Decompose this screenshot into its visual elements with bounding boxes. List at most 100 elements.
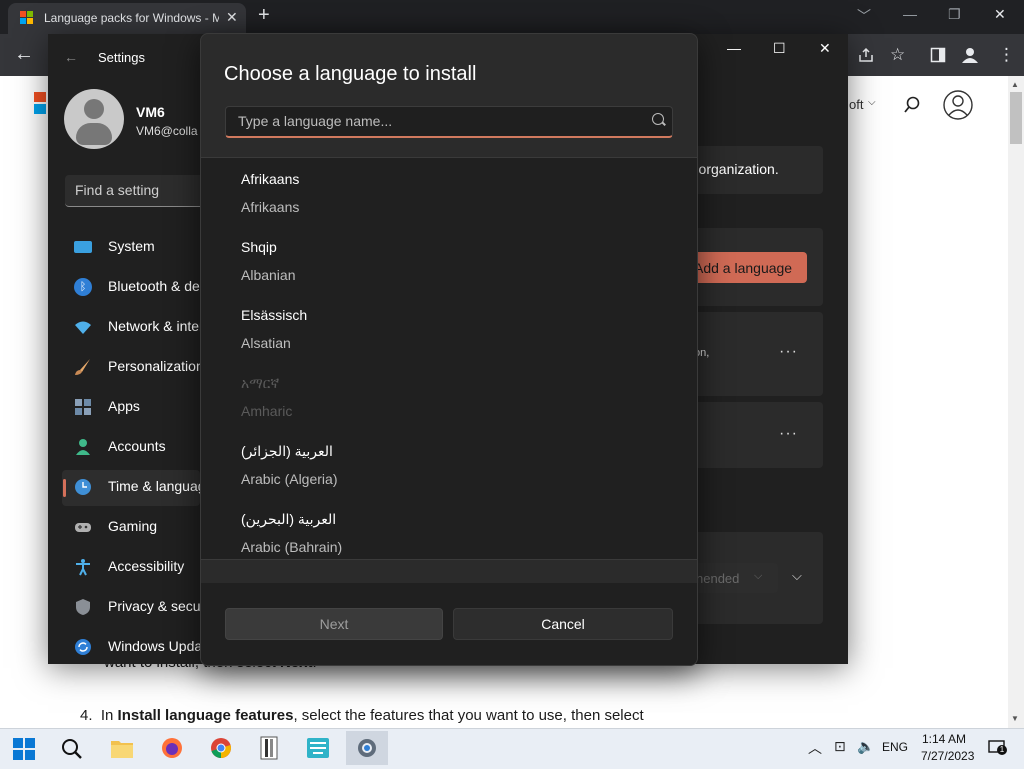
tray-volume-icon[interactable]: 🔈 (857, 738, 874, 755)
notification-icon[interactable]: 1 (988, 740, 1007, 756)
settings-minimize-icon[interactable]: — (727, 40, 741, 56)
list-item[interactable]: العربية (الجزائر) Arabic (Algeria) (201, 430, 697, 498)
add-a-language-button[interactable]: Add a language (690, 252, 807, 283)
nav-label: Accounts (108, 438, 166, 454)
chevron-down-icon[interactable]: ⌵ (868, 97, 876, 108)
browser-menu-icon[interactable]: ⋮ (998, 45, 1015, 65)
tab-close-icon[interactable]: ✕ (226, 9, 238, 26)
page-scrollbar[interactable] (1008, 76, 1024, 728)
choose-language-dialog: Choose a language to install Afrikaans A… (200, 33, 698, 666)
nav-item-accounts[interactable]: Accounts (66, 429, 200, 465)
settings-maximize-icon[interactable]: ☐ (773, 40, 786, 57)
page-scroll-thumb[interactable] (1010, 92, 1022, 144)
tray-chevron-up-icon[interactable]: ︿ (808, 738, 822, 758)
taskbar-firefox[interactable] (151, 731, 193, 765)
list-item[interactable]: Elsässisch Alsatian (201, 294, 697, 362)
find-setting-input[interactable]: Find a setting (65, 175, 205, 207)
nav-label: Gaming (108, 518, 158, 534)
update-icon (75, 639, 91, 655)
nav-item-apps[interactable]: Apps (66, 389, 200, 425)
bluetooth-icon: ᛒ (74, 278, 92, 296)
shield-icon (76, 599, 90, 615)
language-english-name: Arabic (Algeria) (241, 471, 338, 487)
sign-in-icon[interactable] (942, 89, 974, 121)
expand-chevron-icon[interactable]: ⌵ (792, 568, 802, 584)
language-native-name: Elsässisch (241, 307, 308, 323)
language-indicator[interactable]: ENG (882, 740, 908, 754)
bookmark-star-icon[interactable]: ☆ (890, 45, 905, 65)
language-english-name: Alsatian (241, 335, 291, 351)
nav-item-windows-update[interactable]: Windows Update (66, 629, 200, 665)
settings-title: Settings (98, 50, 145, 65)
nav-label: Network & internet (108, 318, 200, 334)
clock-date[interactable]: 7/27/2023 (921, 749, 974, 763)
folder-icon (111, 741, 133, 758)
recommended-dropdown[interactable]: nended ⌵ (690, 563, 778, 593)
list-item[interactable]: العربية (البحرين) Arabic (Bahrain) (201, 498, 697, 559)
nav-item-personalization[interactable]: Personalization (66, 349, 200, 385)
nav-item-gaming[interactable]: Gaming (66, 509, 200, 545)
language-english-name: Albanian (241, 267, 296, 283)
nav-item-system[interactable]: System (66, 229, 200, 265)
user-name: VM6 (136, 104, 165, 120)
tab-search-icon[interactable]: ﹀ (857, 6, 871, 26)
side-panel-icon[interactable] (930, 47, 946, 63)
language-search-box[interactable] (225, 106, 673, 138)
more-options-icon[interactable]: ··· (779, 425, 798, 443)
nav-label: Windows Update (108, 638, 200, 654)
apps-icon (75, 399, 91, 415)
settings-back-icon[interactable]: ← (64, 49, 78, 65)
language-native-name: አማርኛ (241, 375, 280, 391)
tray-network-icon[interactable]: ⊡ (834, 738, 846, 755)
microsoft-logo-icon (20, 11, 34, 25)
language-search-input[interactable] (236, 112, 640, 130)
list-item[interactable]: አማርኛ Amharic (201, 362, 697, 430)
add-a-language-label: Add a language (694, 260, 793, 276)
find-setting-placeholder: Find a setting (75, 182, 160, 198)
nav-item-privacy[interactable]: Privacy & security (66, 589, 200, 625)
scroll-down-icon[interactable]: ▼ (1011, 714, 1019, 723)
taskbar-app-4[interactable] (248, 731, 290, 765)
browser-tab[interactable]: Language packs for Windows - Microsoft S… (8, 3, 246, 34)
language-list[interactable]: Afrikaans Afrikaans Shqip Albanian Elsäs… (201, 157, 697, 560)
taskbar-app-5[interactable] (297, 731, 339, 765)
org-text: r organization. (690, 161, 779, 177)
share-icon[interactable] (858, 47, 874, 63)
list-item[interactable]: Shqip Albanian (201, 226, 697, 294)
nav-label: Privacy & security (108, 598, 200, 614)
clock-time[interactable]: 1:14 AM (922, 732, 966, 746)
language-native-name: Afrikaans (241, 171, 300, 187)
search-icon[interactable] (903, 96, 921, 114)
nav-item-time-language[interactable]: Time & language (66, 469, 200, 505)
nav-label: Time & language (108, 478, 200, 494)
taskbar-settings[interactable] (346, 731, 388, 765)
taskbar-file-explorer[interactable] (101, 731, 143, 765)
page-nav-partial[interactable]: oft (849, 97, 863, 112)
monitor-icon (74, 241, 92, 253)
taskbar-chrome[interactable] (200, 731, 242, 765)
nav-label: Accessibility (108, 558, 185, 574)
next-button[interactable]: Next (225, 608, 443, 640)
microsoft-page-logo[interactable] (34, 92, 46, 114)
gear-icon (358, 739, 376, 757)
start-windows-icon[interactable] (12, 737, 36, 761)
language-native-name: Shqip (241, 239, 277, 255)
minimize-icon[interactable]: — (903, 6, 917, 22)
brush-icon (75, 359, 90, 375)
settings-close-icon[interactable]: ✕ (819, 40, 831, 57)
nav-item-accessibility[interactable]: Accessibility (66, 549, 200, 585)
nav-item-network[interactable]: Network & internet (66, 309, 200, 345)
language-english-name: Arabic (Bahrain) (241, 539, 343, 555)
cancel-button[interactable]: Cancel (453, 608, 673, 640)
more-options-icon[interactable]: ··· (779, 343, 798, 361)
taskbar-search-icon[interactable] (60, 737, 84, 761)
step-4-end: , select the features that you want to u… (293, 707, 644, 724)
list-item[interactable]: Afrikaans Afrikaans (201, 158, 697, 226)
close-window-icon[interactable]: ✕ (994, 6, 1006, 23)
scroll-up-icon[interactable]: ▲ (1011, 80, 1019, 89)
nav-item-bluetooth[interactable]: ᛒ Bluetooth & devices (66, 269, 200, 305)
new-tab-icon[interactable]: + (258, 4, 270, 27)
profile-icon[interactable] (961, 46, 979, 64)
back-arrow-icon[interactable]: ← (14, 43, 34, 66)
restore-icon[interactable]: ❐ (948, 6, 961, 23)
